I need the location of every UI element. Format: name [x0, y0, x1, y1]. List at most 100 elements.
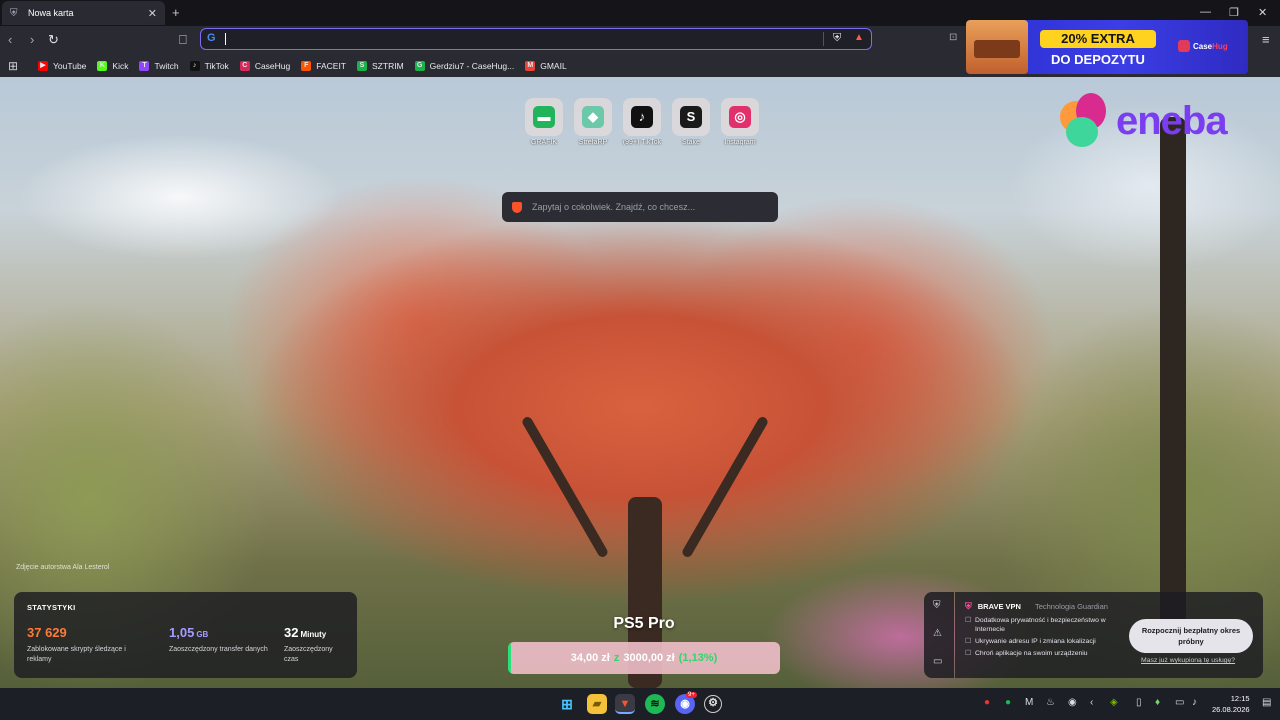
- top-site-label: StrefaRP: [578, 139, 608, 146]
- vpn-header: ⛨ BRAVE VPN Technologia Guardian: [965, 601, 1253, 612]
- bookmark-label: TikTok: [204, 60, 229, 71]
- stats-widget: STATYSTYKI 37 629 Zablokowane skrypty śl…: [14, 592, 357, 678]
- bookmark-label: CaseHug: [254, 60, 291, 71]
- forward-icon[interactable]: ›: [30, 32, 34, 47]
- bookmark-label: Kick: [112, 60, 129, 71]
- top-site-tile[interactable]: ◆ StrefaRP: [574, 98, 612, 146]
- tray-steam-icon[interactable]: ♨: [1046, 697, 1055, 708]
- tray-network-icon[interactable]: ▭: [1175, 697, 1184, 708]
- address-bar[interactable]: G ⛨ ▲: [200, 28, 872, 50]
- vpn-feature: ☐ Ukrywanie adresu IP i zmiana lokalizacj…: [965, 637, 1135, 646]
- reload-icon[interactable]: ↻: [48, 32, 59, 48]
- bookmark-label: Gerdziu7 - CaseHug...: [429, 60, 515, 71]
- bookmark-item[interactable]: M GMAIL: [525, 60, 567, 71]
- top-site-icon: ♪: [631, 106, 653, 128]
- shield-widget-icon[interactable]: ⛨: [933, 600, 941, 611]
- bookmark-favicon-icon: S: [357, 60, 368, 71]
- menu-icon[interactable]: ≡: [1262, 32, 1270, 47]
- bookmark-item[interactable]: ♪ TikTok: [189, 60, 229, 71]
- top-site-tile[interactable]: ♪ (99+) TikTok: [623, 98, 661, 146]
- maximize-button[interactable]: ❐: [1229, 6, 1239, 19]
- bookmark-item[interactable]: C CaseHug: [239, 60, 291, 71]
- stats-title: STATYSTYKI: [27, 603, 76, 612]
- tray-nvidia-icon[interactable]: ◈: [1110, 697, 1118, 708]
- back-icon[interactable]: ‹: [8, 32, 12, 47]
- bookmark-icon[interactable]: ⎕: [179, 32, 187, 48]
- top-site-icon: S: [680, 106, 702, 128]
- top-site-label: (99+) TikTok: [622, 139, 662, 146]
- stat-value: 1,05: [169, 625, 195, 640]
- bookmark-favicon-icon: M: [525, 60, 536, 71]
- top-site-tile-bg: ♪: [623, 98, 661, 136]
- bookmark-item[interactable]: S SZTRIM: [357, 60, 404, 71]
- file-explorer-icon[interactable]: ▰: [587, 694, 607, 714]
- eneba-mark-icon: [1058, 93, 1110, 149]
- notifications-icon[interactable]: ▤: [1262, 697, 1271, 708]
- brave-shield-icon: ⛨: [10, 7, 18, 19]
- tab-close-icon[interactable]: ✕: [148, 7, 157, 20]
- bookmark-favicon-icon: ▶: [38, 60, 48, 71]
- top-site-tile[interactable]: ◎ Instagram: [721, 98, 759, 146]
- card-widget-icon[interactable]: ▭: [933, 656, 942, 667]
- warning-widget-icon[interactable]: ⚠: [933, 628, 942, 639]
- tray-volume-icon[interactable]: ♪: [1192, 697, 1197, 708]
- top-site-tile-bg: ◎: [721, 98, 759, 136]
- tray-app-icon[interactable]: ●: [984, 697, 990, 708]
- top-site-tile-bg: S: [672, 98, 710, 136]
- eneba-wordmark: eneba: [1116, 98, 1228, 143]
- eneba-logo[interactable]: eneba: [1058, 93, 1228, 149]
- stat-time: 32 Minuty Zaoszczędzony czas: [284, 624, 344, 665]
- stat-trackers: 37 629 Zablokowane skrypty śledzące i re…: [27, 624, 135, 665]
- tab-title: Nowa karta: [28, 8, 74, 18]
- tray-chevron-icon[interactable]: ‹: [1090, 697, 1093, 708]
- tray-mic-icon[interactable]: ♦: [1155, 697, 1160, 708]
- sidebar-icon[interactable]: ⊡: [949, 32, 957, 43]
- discord-badge: 9+: [686, 692, 697, 698]
- bookmark-item[interactable]: ▶ YouTube: [38, 60, 87, 71]
- address-bar-divider: [823, 32, 824, 46]
- bookmark-favicon-icon: F: [301, 60, 312, 71]
- brave-vpn-widget: ⛨ BRAVE VPN Technologia Guardian ☐ Dodatk…: [955, 592, 1263, 678]
- start-trial-button[interactable]: Rozpocznij bezpłatny okres próbny: [1129, 619, 1253, 653]
- bookmark-label: YouTube: [53, 60, 87, 71]
- tab-new-tab[interactable]: ⛨ Nowa karta ✕: [2, 1, 165, 25]
- close-window-button[interactable]: ✕: [1258, 6, 1267, 19]
- new-tab-button[interactable]: +: [172, 5, 180, 20]
- tree-branch: [520, 415, 610, 559]
- bookmark-item[interactable]: G Gerdziu7 - CaseHug...: [414, 60, 515, 71]
- stat-unit: Minuty: [300, 630, 327, 639]
- system-clock[interactable]: 12:15 26.08.2026: [1212, 693, 1250, 715]
- tree-trunk-right: [1160, 117, 1186, 637]
- top-site-icon: ▬: [533, 106, 555, 128]
- bookmark-item[interactable]: K Kick: [97, 60, 129, 71]
- tray-mail-icon[interactable]: M: [1025, 697, 1033, 708]
- brave-rewards-icon[interactable]: ▲: [854, 32, 864, 43]
- top-site-icon: ◆: [582, 106, 604, 128]
- windows-start-icon[interactable]: ⊞: [557, 694, 577, 714]
- spotify-icon[interactable]: ≋: [645, 694, 665, 714]
- brave-browser-icon[interactable]: ▼: [615, 694, 635, 714]
- photo-credit[interactable]: Zdjęcie autorstwa Ala Lesterol: [16, 564, 109, 571]
- google-icon: G: [207, 32, 216, 44]
- search-box[interactable]: Zapytaj o cokolwiek. Znajdź, co chcesz..…: [502, 192, 778, 222]
- brave-lion-icon: [512, 201, 522, 213]
- apps-grid-icon[interactable]: ⊞: [8, 59, 24, 73]
- top-site-tile[interactable]: S Stake: [672, 98, 710, 146]
- brave-shields-icon[interactable]: ⛨: [833, 32, 841, 45]
- tray-discord-icon[interactable]: ◉: [1068, 697, 1077, 708]
- already-purchased-link[interactable]: Masz już wykupioną tę usługę?: [1141, 657, 1235, 664]
- stat-desc: Zaoszczędzony czas: [284, 646, 333, 663]
- bookmark-item[interactable]: F FACEIT: [301, 60, 346, 71]
- tray-battery-icon[interactable]: ▯: [1136, 697, 1142, 708]
- tray-spotify-icon[interactable]: ●: [1005, 697, 1011, 708]
- steam-icon[interactable]: ⚙: [704, 695, 722, 713]
- minimize-button[interactable]: —: [1200, 6, 1211, 18]
- top-site-tile-bg: ▬: [525, 98, 563, 136]
- casehug-ad-banner[interactable]: 20% EXTRA DO DEPOZYTU Case Hug: [966, 20, 1248, 74]
- stat-desc: Zablokowane skrypty śledzące i reklamy: [27, 646, 126, 663]
- check-icon: ☐: [965, 650, 972, 657]
- top-site-tile[interactable]: ▬ GRAFIK: [525, 98, 563, 146]
- bookmark-favicon-icon: C: [239, 60, 250, 71]
- casehug-logo-icon: [1178, 40, 1190, 52]
- bookmark-item[interactable]: T Twitch: [139, 60, 179, 71]
